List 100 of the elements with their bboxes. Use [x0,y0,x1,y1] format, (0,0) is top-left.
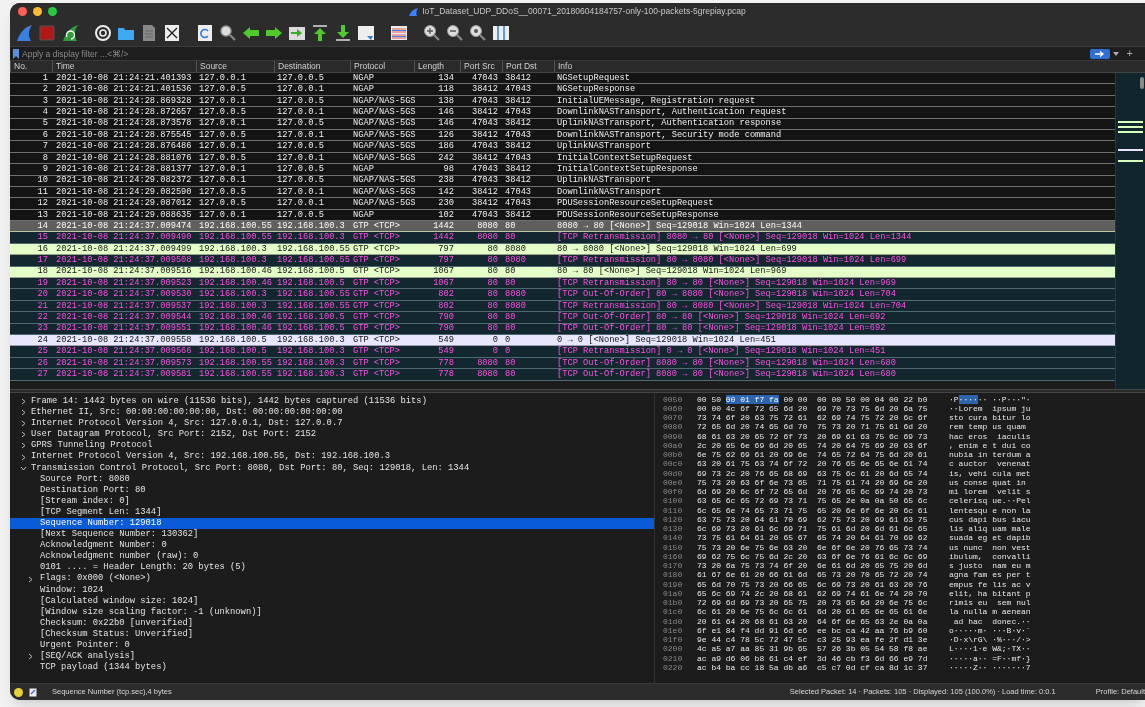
zoom-window-button[interactable] [48,7,57,16]
ascii-text: L····1·e W&;·TX·· [949,645,1031,654]
chevron-right-icon[interactable] [20,409,27,417]
tree-item[interactable]: Checksum: 0x22b0 [unverified] [38,616,194,630]
tree-item[interactable]: Source Port: 8080 [38,472,130,486]
table-cell-text: 2 [41,85,49,94]
table-cell-text: GTP <TCP> [352,221,401,231]
table-cell-text: 138 [437,96,455,106]
hex-offset: 00d0 [662,469,684,478]
column-header[interactable]: Length [414,61,460,72]
hex-bytes: 6c 61 20 6e 75 6c 6c 61 6d 20 61 65 6e 65 61 6e [697,608,929,617]
packet-row[interactable]: 17 2021-10-08 21:24:37.009508 192.168.100.3 192.168.100.55 GTP <TCP> 797 80 8080 [TCP Retransmission] 80 → 8080 [<None>] Seq=129018 Win=1024 Len=699 [10,255,1115,267]
packet-minimap[interactable] [1115,73,1145,389]
column-header[interactable]: Protocol [350,61,414,72]
table-cell-text: GTP <TCP> [352,313,401,322]
zoom-reset-icon[interactable] [469,24,487,42]
arrow-left-icon[interactable] [242,24,260,42]
table-cell-text: [TCP Out-Of-Order] 80 → 8080 [<None>] Seq=129018 Win=1024 Len=704 [556,290,897,299]
zoom-out-icon[interactable] [446,24,464,42]
chevron-right-icon[interactable] [20,442,27,450]
colorize-icon[interactable] [390,24,408,42]
chevron-right-icon[interactable] [20,420,27,428]
autoscroll-icon[interactable] [357,24,375,42]
caret-down-icon[interactable] [1112,51,1119,56]
column-header[interactable]: Port Src [460,61,502,72]
reload-file-icon[interactable] [196,24,214,42]
tree-item[interactable]: Transmission Control Protocol, Src Port: 8080, Dst Port: 80, Seq: 129018, Len: 1344 [29,461,470,475]
tree-item[interactable]: [Window size scaling factor: -1 (unknown)] [38,605,262,619]
chevron-right-icon[interactable] [20,431,27,439]
ascii-text: mi lorem velit s [949,488,1031,497]
fin-refresh-icon[interactable] [61,24,79,42]
table-cell-text: NGAP/NAS-5GS [352,153,414,163]
tree-item[interactable]: Window: 1024 [38,583,104,597]
fin-icon[interactable] [15,24,33,42]
packet-row[interactable]: 12 2021-10-08 21:24:29.087012 127.0.0.5 127.0.0.1 NGAP/NAS-5GS 230 38412 47043 PDUSessionResourceSetupRequest [10,198,1115,210]
table-cell-text: 127.0.0.5 [276,73,325,83]
table-cell-text: 16 [36,244,49,254]
tree-item[interactable]: [Calculated window size: 1024] [38,594,199,608]
display-filter-field[interactable]: Apply a display filter ...<⌘/> [22,47,1090,60]
table-cell-text: 21 [36,301,49,311]
packet-row[interactable]: 14 2021-10-08 21:24:37.009474 192.168.100.55 192.168.100.3 GTP <TCP> 1442 8080 80 8080 → 80 [<None>] Seq=129018 Win=1024 Len=1344 [10,221,1115,233]
tree-item[interactable]: TCP payload (1344 bytes) [38,661,167,675]
bookmark-icon[interactable] [13,48,19,59]
chevron-right-icon[interactable] [20,453,27,461]
search-icon[interactable] [219,24,237,42]
zoom-in-icon[interactable] [423,24,441,42]
table-cell-text: 80 [486,267,499,277]
packet-row[interactable]: 2 2021-10-08 21:24:21.401536 127.0.0.5 127.0.0.1 NGAP 118 38412 47043 NGSetupResponse [10,84,1115,96]
apply-filter-button[interactable] [1089,48,1110,59]
tree-item[interactable]: Flags: 0x000 (<None>) [38,572,151,586]
packet-row[interactable]: 10 2021-10-08 21:24:29.082372 127.0.0.1 127.0.0.5 NGAP/NAS-5GS 238 47043 38412 UplinkNASTransport [10,175,1115,187]
packet-row[interactable]: 5 2021-10-08 21:24:28.873578 127.0.0.1 127.0.0.5 NGAP/NAS-5GS 146 47043 38412 UplinkNASTransport, Authentication response [10,118,1115,130]
minimize-window-button[interactable] [33,7,42,16]
table-cell-text: 2021-10-08 21:24:37.009544 [55,313,193,322]
chevron-right-icon[interactable] [27,653,34,661]
selected-tree-row[interactable]: Sequence Number: 129018 [10,518,654,530]
tree-item[interactable]: Destination Port: 80 [38,483,146,497]
first-packet-icon[interactable] [311,24,329,42]
packet-row[interactable]: 7 2021-10-08 21:24:28.876486 127.0.0.1 127.0.0.5 NGAP/NAS-5GS 186 47043 38412 UplinkNASTransport [10,141,1115,153]
arrow-right-icon[interactable] [265,24,283,42]
table-cell-text: NGAP [352,210,375,220]
edit-note-icon[interactable] [29,687,37,697]
table-cell-text: 2021-10-08 21:24:21.401536 [55,85,193,94]
packet-row[interactable]: 23 2021-10-08 21:24:37.009551 192.168.100.46 192.168.100.5 GTP <TCP> 790 80 80 [TCP Out-Of-Order] 80 → 80 [<None>] Seq=129018 Win=1024 Len=692 [10,323,1115,335]
packet-row[interactable]: 4 2021-10-08 21:24:28.872657 127.0.0.5 127.0.0.1 NGAP/NAS-5GS 146 38412 47043 DownlinkNASTransport, Authentication request [10,107,1115,119]
column-header[interactable]: Port Dst [502,61,554,72]
tree-item[interactable]: [Stream index: 0] [38,494,130,508]
packet-row[interactable]: 20 2021-10-08 21:24:37.009530 192.168.100.3 192.168.100.55 GTP <TCP> 802 80 8080 [TCP Out-Of-Order] 80 → 8080 [<None>] Seq=129018 Win=1024 Len=704 [10,289,1115,301]
packet-row[interactable]: 27 2021-10-08 21:24:37.009581 192.168.100.55 192.168.100.3 GTP <TCP> 778 8080 80 [TCP Out-Of-Order] 8080 → 80 [<None>] Seq=129018 Win=1024 Len=680 [10,369,1115,381]
chevron-right-icon[interactable] [20,398,27,406]
add-filter-button[interactable]: + [1126,48,1133,59]
last-packet-icon[interactable] [334,24,352,42]
column-header[interactable]: No. [10,61,52,72]
table-cell-text: 15 [36,233,49,242]
packet-row[interactable]: 9 2021-10-08 21:24:28.881377 127.0.0.1 127.0.0.5 NGAP 98 47043 38412 InitialContextSetupResponse [10,164,1115,176]
chevron-right-icon[interactable] [27,575,34,583]
ascii-text: , enim e t dui co [949,441,1031,450]
document-icon[interactable] [140,24,158,42]
column-header[interactable]: Info [554,61,1145,72]
table-cell-text: 802 [437,290,455,299]
status-indicator-icon[interactable] [14,687,23,697]
settings-icon[interactable] [94,24,112,42]
column-header[interactable]: Destination [274,61,350,72]
packet-row[interactable]: 25 2021-10-08 21:24:37.009566 192.168.100.5 192.168.100.3 GTP <TCP> 549 0 0 [TCP Retransmission] 0 → 0 [<None>] Seq=129018 Win=1024 Len=451 [10,346,1115,358]
go-to-packet-icon[interactable] [288,24,306,42]
chevron-down-icon[interactable] [20,464,27,472]
column-header[interactable]: Source [196,61,274,72]
table-cell-text: 17 [36,256,49,265]
hex-offset: 01c0 [662,608,684,617]
column-header[interactable]: Time [52,61,196,72]
ascii-text: rem temp us quam [949,423,1026,432]
table-cell-text: NGAP/NAS-5GS [352,119,414,129]
packet-row[interactable]: 19 2021-10-08 21:24:37.009523 192.168.100.46 192.168.100.5 GTP <TCP> 1067 80 80 [TCP Retransmission] 80 → 80 [<None>] Seq=129018 Win=1024 Len=969 [10,278,1115,290]
close-window-button[interactable] [18,7,27,16]
close-file-icon[interactable] [163,24,181,42]
tree-item[interactable]: Internet Protocol Version 4, Src: 192.168.100.55, Dst: 192.168.100.3 [29,450,390,464]
resize-columns-icon[interactable] [492,24,510,42]
packet-row[interactable]: 1 2021-10-08 21:24:21.401393 127.0.0.1 127.0.0.5 NGAP 134 47043 38412 NGSetupRequest [10,73,1115,85]
packet-row[interactable]: 15 2021-10-08 21:24:37.009490 192.168.100.55 192.168.100.3 GTP <TCP> 1442 8080 80 [TCP Retransmission] 8080 → 80 [<None>] Seq=129018 Win=1024 Len=1344 [10,232,1115,244]
packet-row[interactable]: 22 2021-10-08 21:24:37.009544 192.168.100.46 192.168.100.5 GTP <TCP> 790 80 80 [TCP Out-Of-Order] 80 → 80 [<None>] Seq=129018 Win=1024 Len=692 [10,312,1115,324]
